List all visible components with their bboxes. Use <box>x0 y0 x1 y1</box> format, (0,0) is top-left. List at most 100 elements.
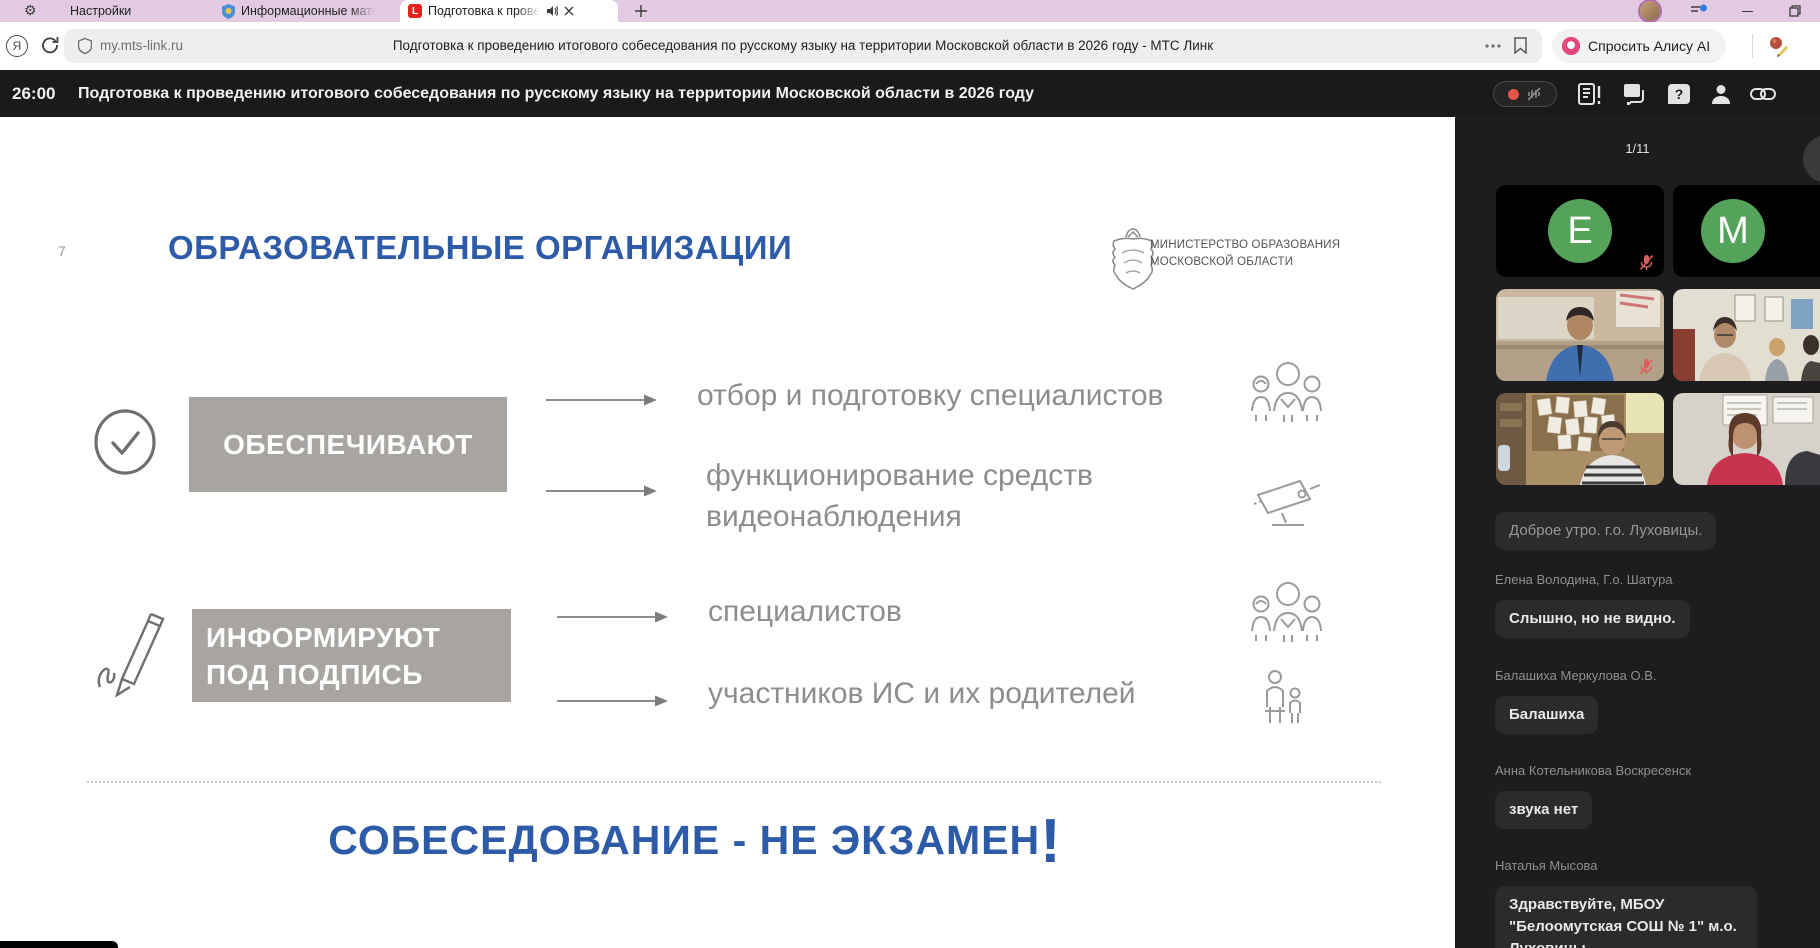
settings-gear-icon[interactable]: ⚙ <box>24 2 37 19</box>
slide-number: 7 <box>58 243 66 259</box>
participant-avatar: M <box>1701 199 1765 263</box>
footer-exclamation: ! <box>1040 807 1062 876</box>
record-dot-icon <box>1508 89 1519 100</box>
chat-sender: Балашиха Меркулова О.В. <box>1495 668 1657 683</box>
arrow-right-icon <box>557 694 669 708</box>
block1-label-box: ОБЕСПЕЧИВАЮТ <box>189 397 507 492</box>
tab-close-icon[interactable] <box>564 6 574 16</box>
slide-divider <box>87 781 1381 783</box>
participant-tile-m[interactable]: M <box>1673 185 1820 277</box>
new-tab-button[interactable] <box>630 2 652 20</box>
person-icon <box>1710 83 1732 105</box>
arrow-right-icon <box>557 610 669 624</box>
participant-video-red-top[interactable] <box>1673 393 1820 485</box>
webcam-frame <box>1496 393 1664 485</box>
chat-icon <box>1623 83 1647 105</box>
webcam-frame <box>1673 393 1820 485</box>
alice-icon <box>1562 37 1580 55</box>
participants-button[interactable] <box>1708 81 1734 107</box>
tab-label: Настройки <box>70 4 131 18</box>
sound-muted-icon <box>1526 86 1542 102</box>
mts-link-favicon: L <box>408 4 422 18</box>
block1-item-2: функционирование средств видеонаблюдения <box>706 455 1136 537</box>
notes-icon <box>1578 83 1602 105</box>
tab-label: Подготовка к прове <box>428 4 540 18</box>
window-restore-button[interactable] <box>1784 2 1806 20</box>
help-button[interactable]: ? <box>1666 81 1692 107</box>
webcam-frame <box>1673 289 1820 381</box>
arrow-right-icon <box>546 484 658 498</box>
block2-label-line1: ИНФОРМИРУЮТ <box>206 619 511 656</box>
recording-indicator[interactable] <box>1493 81 1557 107</box>
shield-icon <box>222 4 235 19</box>
yandex-browser-icon[interactable]: Я <box>6 35 28 57</box>
ministry-caption: МИНИСТЕРСТВО ОБРАЗОВАНИЯ МОСКОВСКОЙ ОБЛА… <box>1150 237 1340 271</box>
alice-label: Спросить Алису AI <box>1588 38 1710 54</box>
block1-item-1: отбор и подготовку специалистов <box>697 379 1164 413</box>
meeting-timer: 26:00 <box>12 70 55 117</box>
tab-settings[interactable]: Настройки <box>70 0 131 22</box>
arrow-right-icon <box>546 393 658 407</box>
chat-button[interactable] <box>1622 81 1648 107</box>
question-icon: ? <box>1668 84 1690 104</box>
video-pagination: 1/11 <box>1455 141 1820 156</box>
chat-bubble: Балашиха <box>1495 696 1598 734</box>
tab-label: Информационные матер <box>241 4 376 18</box>
hamburger-icon <box>1691 4 1707 18</box>
tab-audio-icon[interactable] <box>546 5 558 17</box>
ministry-line1: МИНИСТЕРСТВО ОБРАЗОВАНИЯ <box>1150 237 1340 254</box>
specialists-group-icon <box>1248 579 1324 643</box>
presentation-slide: 7 ОБРАЗОВАТЕЛЬНЫЕ ОРГАНИЗАЦИИ МИНИСТЕРСТ… <box>0 117 1455 948</box>
browser-tab-bar: ⚙ Настройки Информационные матер L Подго… <box>0 0 1820 22</box>
reload-icon <box>40 35 60 55</box>
chat-bubble: звука нет <box>1495 791 1592 829</box>
reload-button[interactable] <box>40 35 60 60</box>
participant-video-cluttered-office[interactable] <box>1496 393 1664 485</box>
slide-footer: СОБЕСЕДОВАНИЕ - НЕ ЭКЗАМЕН! <box>0 817 1390 864</box>
slide-title: ОБРАЗОВАТЕЛЬНЫЕ ОРГАНИЗАЦИИ <box>168 229 792 267</box>
restore-icon <box>1789 5 1801 17</box>
copy-link-button[interactable] <box>1750 81 1776 107</box>
plus-icon <box>635 5 647 17</box>
ministry-line2: МОСКОВСКОЙ ОБЛАСТИ <box>1150 254 1340 271</box>
more-actions-icon[interactable] <box>1484 43 1502 49</box>
check-circle-icon <box>93 409 157 475</box>
signature-pencil-icon <box>96 603 166 699</box>
chat-bubble: Слышно, но не видно. <box>1495 600 1690 638</box>
meeting-sidebar: 1/11 E M <box>1455 117 1820 948</box>
tab-mts-link-active[interactable]: L Подготовка к прове <box>400 0 618 22</box>
block2-label-box: ИНФОРМИРУЮТ ПОД ПОДПИСЬ <box>192 609 511 702</box>
browser-address-bar: Я my.mts-link.ru Подготовка к проведению… <box>0 22 1820 70</box>
chat-sender: Анна Котельникова Воскресенск <box>1495 763 1691 778</box>
block2-label-line2: ПОД ПОДПИСЬ <box>206 656 511 693</box>
chat-bubble: Доброе утро. г.о. Луховицы. <box>1495 512 1716 550</box>
minimize-icon <box>1742 11 1753 12</box>
extension-icon <box>1766 34 1790 58</box>
browser-profile-avatar[interactable] <box>1640 1 1660 21</box>
meeting-header: 26:00 Подготовка к проведению итогового … <box>0 70 1820 117</box>
link-icon <box>1750 87 1776 101</box>
block2-item-2: участников ИС и их родителей <box>708 677 1136 711</box>
browser-menu-button[interactable] <box>1688 2 1710 20</box>
participant-video-office[interactable] <box>1673 289 1820 381</box>
chat-sender: Елена Володина, Г.о. Шатура <box>1495 572 1673 587</box>
cctv-camera-icon <box>1252 475 1328 531</box>
block2-item-1: специалистов <box>708 595 902 629</box>
mic-muted-icon <box>1639 254 1654 271</box>
browser-extension-button[interactable] <box>1766 34 1790 63</box>
footer-text: СОБЕСЕДОВАНИЕ - НЕ ЭКЗАМЕН <box>328 817 1040 863</box>
page-title-text: Подготовка к проведению итогового собесе… <box>64 38 1542 53</box>
participant-video-man[interactable] <box>1496 289 1664 381</box>
tab-info-materials[interactable]: Информационные матер <box>222 0 376 22</box>
participant-tile-e[interactable]: E <box>1496 185 1664 277</box>
window-minimize-button[interactable] <box>1736 2 1758 20</box>
toolbar-divider <box>1752 34 1753 58</box>
url-field[interactable]: my.mts-link.ru Подготовка к проведению и… <box>64 29 1542 63</box>
meeting-title: Подготовка к проведению итогового собесе… <box>78 70 1034 117</box>
specialists-group-icon <box>1248 359 1324 423</box>
ask-alice-button[interactable]: Спросить Алису AI <box>1552 29 1726 63</box>
parent-child-icon <box>1260 669 1306 729</box>
participant-avatar: E <box>1548 199 1612 263</box>
bookmark-icon[interactable] <box>1514 37 1527 54</box>
agenda-button[interactable] <box>1577 81 1603 107</box>
